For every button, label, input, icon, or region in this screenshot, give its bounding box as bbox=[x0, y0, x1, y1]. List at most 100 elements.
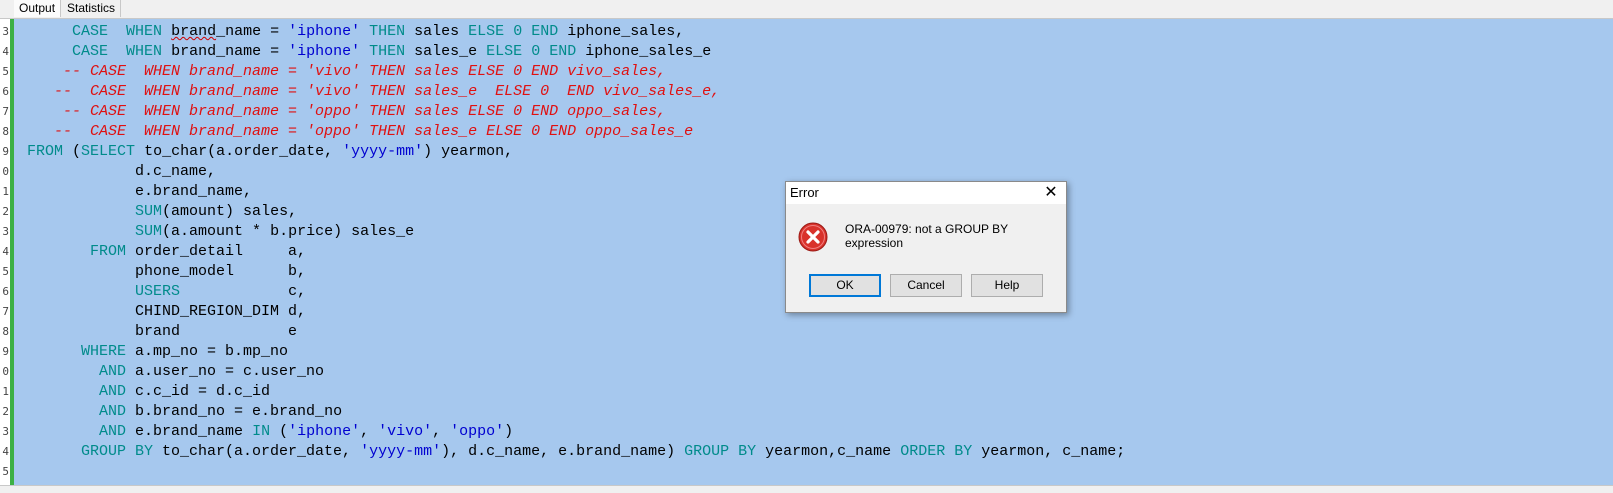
sql-string: 'yyyy-mm' bbox=[342, 143, 424, 160]
close-icon[interactable]: ✕ bbox=[1042, 184, 1060, 202]
sql-string: 'vivo' bbox=[378, 423, 433, 440]
sql-comment: -- CASE WHEN brand_name = 'oppo' THEN sa… bbox=[18, 123, 694, 140]
sql-keyword: ELSE bbox=[486, 43, 523, 60]
sql-keyword: AND bbox=[99, 383, 127, 400]
code-line[interactable]: -- CASE WHEN brand_name = 'vivo' THEN sa… bbox=[18, 82, 720, 102]
code-line[interactable]: USERS c, bbox=[18, 282, 306, 302]
line-number-gutter: 3 4 5 6 7 8 9 0 1 2 3 4 5 6 7 8 9 0 1 2 3 4 5 bbox=[0, 19, 10, 485]
code-token: to_char(a.order_date, bbox=[153, 443, 361, 460]
sql-keyword: SUM bbox=[135, 203, 163, 220]
cancel-button[interactable]: Cancel bbox=[890, 274, 962, 297]
code-line[interactable]: AND b.brand_no = e.brand_no bbox=[18, 402, 342, 422]
code-line[interactable]: AND e.brand_name IN ('iphone', 'vivo', '… bbox=[18, 422, 513, 442]
code-token: brand bbox=[171, 23, 217, 40]
sql-keyword: AND bbox=[99, 363, 127, 380]
code-token: c.c_id = d.c_id bbox=[126, 383, 271, 400]
code-line[interactable]: WHERE a.mp_no = b.mp_no bbox=[18, 342, 288, 362]
code-line[interactable]: -- CASE WHEN brand_name = 'vivo' THEN sa… bbox=[18, 62, 666, 82]
code-token: CHIND_REGION_DIM d, bbox=[18, 303, 307, 320]
sql-string: 'iphone' bbox=[288, 43, 361, 60]
sql-keyword: SUM bbox=[135, 223, 163, 240]
code-line[interactable]: CASE WHEN brand_name = 'iphone' THEN sal… bbox=[18, 22, 684, 42]
error-dialog: Error ✕ ORA-00979: not a GROUP BY expres… bbox=[785, 181, 1067, 313]
code-line[interactable]: brand e bbox=[18, 322, 297, 342]
code-line[interactable]: SUM(amount) sales, bbox=[18, 202, 297, 222]
code-line[interactable]: AND a.user_no = c.user_no bbox=[18, 362, 324, 382]
sql-keyword: WHEN bbox=[126, 23, 163, 40]
sql-keyword: END bbox=[549, 43, 577, 60]
line-number: 7 bbox=[2, 105, 9, 118]
ok-button[interactable]: OK bbox=[809, 274, 881, 297]
code-token: , bbox=[360, 423, 379, 440]
sql-keyword: AND bbox=[99, 423, 127, 440]
code-token: b.brand_no = e.brand_no bbox=[126, 403, 343, 420]
code-token: brand e bbox=[18, 323, 298, 340]
sql-keyword: END bbox=[531, 23, 559, 40]
sql-keyword: THEN bbox=[369, 43, 406, 60]
code-token: sales bbox=[405, 23, 469, 40]
code-token: 0 bbox=[531, 43, 541, 60]
sql-comment: -- CASE WHEN brand_name = 'vivo' THEN sa… bbox=[18, 63, 667, 80]
sql-keyword: USERS bbox=[135, 283, 181, 300]
line-number: 4 bbox=[2, 445, 9, 458]
code-line[interactable]: GROUP BY to_char(a.order_date, 'yyyy-mm'… bbox=[18, 442, 1125, 462]
line-number: 8 bbox=[2, 325, 9, 338]
code-token: a.user_no = c.user_no bbox=[126, 363, 325, 380]
code-token: _name = bbox=[216, 23, 289, 40]
code-token: e.brand_name bbox=[126, 423, 253, 440]
code-token: ( bbox=[270, 423, 289, 440]
sql-keyword: FROM bbox=[90, 243, 127, 260]
code-token: 0 bbox=[513, 23, 523, 40]
sql-string: 'yyyy-mm' bbox=[360, 443, 442, 460]
code-line[interactable]: FROM (SELECT to_char(a.order_date, 'yyyy… bbox=[18, 142, 513, 162]
sql-keyword: IN bbox=[252, 423, 271, 440]
line-number: 8 bbox=[2, 125, 9, 138]
tab-output[interactable]: Output bbox=[14, 0, 62, 17]
tab-statistics[interactable]: Statistics bbox=[62, 0, 122, 17]
code-token: (amount) sales, bbox=[162, 203, 298, 220]
line-number: 6 bbox=[2, 85, 9, 98]
code-line[interactable]: -- CASE WHEN brand_name = 'oppo' THEN sa… bbox=[18, 102, 666, 122]
code-line[interactable]: phone_model b, bbox=[18, 262, 306, 282]
code-token: c, bbox=[180, 283, 307, 300]
sql-keyword: SELECT bbox=[81, 143, 136, 160]
code-line[interactable]: SUM(a.amount * b.price) sales_e bbox=[18, 222, 414, 242]
code-line[interactable]: AND c.c_id = d.c_id bbox=[18, 382, 270, 402]
code-line[interactable]: -- CASE WHEN brand_name = 'oppo' THEN sa… bbox=[18, 122, 693, 142]
help-button[interactable]: Help bbox=[971, 274, 1043, 297]
code-token: sales_e bbox=[405, 43, 487, 60]
dialog-title: Error bbox=[790, 185, 819, 200]
dialog-titlebar: Error ✕ bbox=[786, 182, 1066, 204]
line-number: 2 bbox=[2, 405, 9, 418]
sql-keyword: WHERE bbox=[81, 343, 127, 360]
code-line[interactable]: CHIND_REGION_DIM d, bbox=[18, 302, 306, 322]
line-number: 4 bbox=[2, 45, 9, 58]
line-number: 5 bbox=[2, 465, 9, 478]
line-number: 4 bbox=[2, 245, 9, 258]
code-token: (a.amount * b.price) sales_e bbox=[162, 223, 415, 240]
error-icon bbox=[798, 222, 828, 252]
code-line[interactable]: FROM order_detail a, bbox=[18, 242, 306, 262]
line-number: 5 bbox=[2, 265, 9, 278]
code-line[interactable]: CASE WHEN brand_name = 'iphone' THEN sal… bbox=[18, 42, 711, 62]
code-line[interactable]: e.brand_name, bbox=[18, 182, 252, 202]
sql-keyword: GROUP BY bbox=[81, 443, 154, 460]
code-token: phone_model b, bbox=[18, 263, 307, 280]
line-number: 0 bbox=[2, 165, 9, 178]
code-line[interactable]: d.c_name, bbox=[18, 162, 216, 182]
code-token: to_char(a.order_date, bbox=[135, 143, 343, 160]
code-token: ) yearmon, bbox=[423, 143, 514, 160]
sql-keyword: FROM bbox=[27, 143, 64, 160]
